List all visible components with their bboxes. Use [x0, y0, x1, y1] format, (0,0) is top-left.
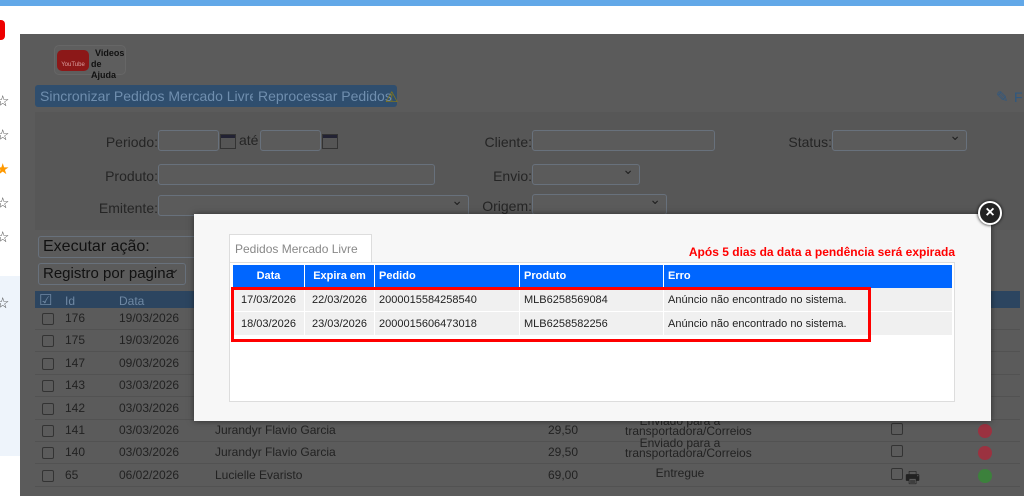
table-row[interactable]: 141 03/03/2026 Jurandyr Flavio Garcia 29,50…: [35, 415, 1020, 442]
sidebar: ☆ ☆ ★ ☆ ☆ ☆: [0, 6, 20, 496]
periodo-label: Periodo:: [105, 134, 158, 150]
col-erro: Erro: [668, 270, 691, 282]
cliente-input[interactable]: [532, 130, 715, 151]
row-checkbox[interactable]: [42, 335, 54, 348]
row-checkbox[interactable]: [42, 313, 54, 325]
cell-date: 06/02/2026: [119, 467, 180, 482]
execute-action-select[interactable]: Executar ação:: [38, 236, 198, 258]
row-flag-checkbox[interactable]: [891, 423, 903, 435]
cell-id: 141: [65, 423, 86, 437]
status-dot-icon: [978, 468, 992, 483]
cell-date: 09/03/2026: [119, 355, 180, 370]
row-checkbox[interactable]: [42, 425, 54, 437]
cell-date: 19/03/2026: [119, 333, 180, 348]
cell-status: Entregue: [655, 465, 705, 480]
pending-table-header: Data Expira em Pedido Produto Erro: [233, 265, 952, 288]
ate-label: até: [239, 132, 259, 148]
row-checkbox[interactable]: [42, 402, 54, 415]
cell-id: 65: [65, 467, 79, 482]
periodo-start-input[interactable]: [158, 130, 219, 151]
edit-icon[interactable]: ✎: [996, 88, 1009, 106]
calendar-icon[interactable]: [322, 134, 338, 149]
cell-id: 175: [65, 333, 86, 348]
star-icon[interactable]: ☆: [0, 294, 9, 312]
produto-input[interactable]: [158, 164, 435, 185]
status-select[interactable]: [832, 127, 967, 151]
cell-id: 140: [65, 445, 86, 460]
close-modal-button[interactable]: ×: [978, 201, 1002, 225]
cell-id: 143: [65, 378, 86, 393]
row-checkbox[interactable]: [42, 447, 54, 460]
logo: [0, 20, 5, 40]
help-label-bottom: de Ajuda: [91, 59, 117, 80]
select-all-checkbox[interactable]: ☑: [39, 291, 52, 309]
origem-label: Origem:: [482, 198, 532, 214]
row-checkbox[interactable]: [42, 380, 54, 393]
envio-select[interactable]: [532, 161, 640, 185]
header-id[interactable]: Id: [65, 294, 75, 308]
origem-select[interactable]: [532, 191, 667, 215]
cell-id: 142: [65, 400, 86, 415]
per-page-select[interactable]: Registro por pagina: [38, 260, 186, 285]
cell-date: 19/03/2026: [119, 311, 180, 325]
cell-status: Enviado para a transportadora/Correios: [625, 436, 752, 461]
status-dot-icon: [978, 424, 992, 438]
cell-client: Jurandyr Flavio Garcia: [215, 423, 336, 437]
cell-date: 03/03/2026: [119, 378, 180, 393]
status-label: Status:: [788, 134, 832, 150]
header-data[interactable]: Data: [119, 294, 144, 308]
pending-orders-modal: Pedidos Mercado Livre Após 5 dias da dat…: [194, 214, 991, 421]
calendar-icon[interactable]: [220, 134, 236, 149]
cliente-label: Cliente:: [484, 134, 532, 150]
col-produto: Produto: [520, 265, 664, 288]
row-checkbox[interactable]: [42, 357, 54, 370]
table-row[interactable]: 65 06/02/2026 Lucielle Evaristo 69,00 Entreg…: [35, 465, 1020, 487]
youtube-icon: YouTube: [57, 50, 89, 71]
row-flag-checkbox[interactable]: [891, 445, 903, 458]
star-icon[interactable]: ☆: [0, 92, 9, 110]
envio-label: Envio:: [493, 168, 532, 184]
col-pedido: Pedido: [375, 265, 520, 288]
warning-icon: ⚠: [385, 89, 399, 106]
highlight-box: [231, 287, 871, 342]
status-dot-icon: [978, 446, 992, 461]
col-expira-em: Expira em: [305, 265, 375, 288]
reprocess-orders-button[interactable]: Reprocessar Pedidos: [253, 85, 397, 107]
table-row[interactable]: 140 03/03/2026 Jurandyr Flavio Garcia 29,50…: [35, 437, 1020, 465]
edit-label-partial[interactable]: F: [1014, 89, 1023, 105]
cell-value: 29,50: [547, 445, 578, 460]
star-filled-icon[interactable]: ★: [0, 160, 9, 178]
expiry-notice: Após 5 dias da data a pendência será exp…: [688, 245, 955, 259]
cell-id: 147: [65, 355, 86, 370]
browser-top-bar: [0, 0, 1024, 6]
row-checkbox[interactable]: [42, 469, 54, 482]
emitente-label: Emitente:: [98, 200, 158, 216]
emitente-select[interactable]: [158, 192, 469, 216]
cell-client: Jurandyr Flavio Garcia: [215, 445, 336, 460]
star-icon[interactable]: ☆: [0, 194, 9, 212]
help-videos-button[interactable]: YouTube Videos de Ajuda: [54, 45, 126, 80]
cell-value: 29,50: [547, 423, 578, 437]
produto-label: Produto:: [105, 168, 158, 184]
cell-date: 03/03/2026: [119, 423, 180, 437]
tab-pedidos-mercado-livre[interactable]: Pedidos Mercado Livre: [229, 234, 372, 264]
periodo-end-input[interactable]: [260, 130, 321, 151]
cell-date: 03/03/2026: [119, 445, 180, 460]
col-data: Data: [233, 265, 305, 288]
star-icon[interactable]: ☆: [0, 228, 9, 246]
row-flag-checkbox[interactable]: [891, 467, 903, 480]
printer-icon[interactable]: 🖶: [905, 467, 920, 494]
cell-value: 69,00: [547, 467, 578, 482]
youtube-badge: YouTube: [61, 62, 85, 68]
help-label-top: Videos: [95, 48, 125, 58]
sync-orders-button[interactable]: Sincronizar Pedidos Mercado Livre: [35, 85, 263, 107]
cell-date: 03/03/2026: [119, 400, 180, 415]
star-icon[interactable]: ☆: [0, 126, 9, 144]
cell-client: Lucielle Evaristo: [215, 467, 303, 482]
cell-id: 176: [65, 311, 86, 325]
